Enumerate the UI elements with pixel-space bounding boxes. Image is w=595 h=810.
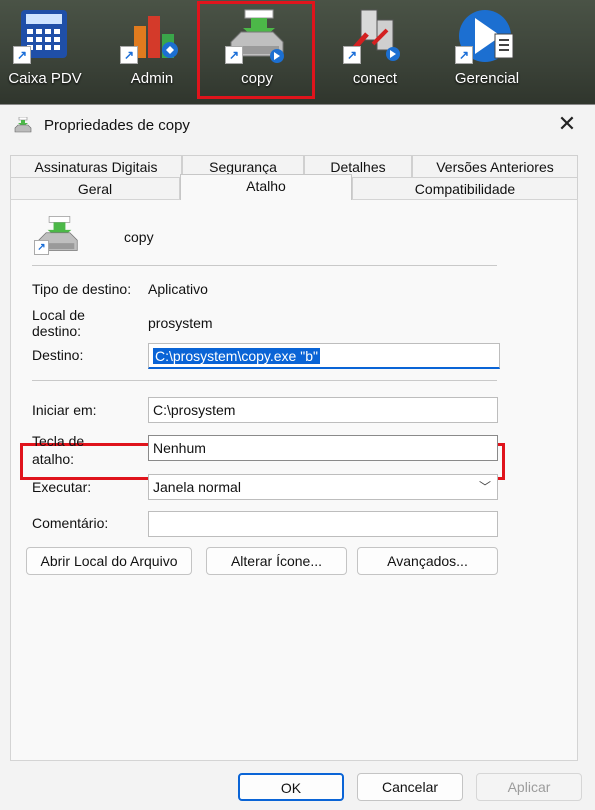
desktop-icon-admin[interactable]: ↗ Admin bbox=[107, 4, 197, 100]
title-bar[interactable]: Propriedades de copy ✕ bbox=[0, 105, 595, 145]
abrir-local-button[interactable]: Abrir Local do Arquivo bbox=[26, 547, 192, 575]
shortcut-arrow-icon: ↗ bbox=[455, 46, 473, 64]
admin-chart-icon: ↗ bbox=[120, 4, 184, 64]
app-name: copy bbox=[124, 229, 154, 245]
alterar-icone-button[interactable]: Alterar Ícone... bbox=[206, 547, 347, 575]
tab-row-2: Geral Atalho Compatibilidade bbox=[10, 174, 578, 200]
chevron-down-icon: ﹀ bbox=[478, 480, 491, 494]
desktop-icon-label: Gerencial bbox=[454, 70, 520, 87]
ok-button[interactable]: OK bbox=[238, 773, 344, 801]
copy-app-icon: ↗ bbox=[34, 215, 82, 255]
copy-icon-highlight bbox=[197, 1, 315, 99]
desktop-icon-label: conect bbox=[352, 70, 398, 87]
comentario-label: Comentário: bbox=[32, 515, 109, 531]
shortcut-arrow-icon: ↗ bbox=[343, 46, 361, 64]
tab-geral[interactable]: Geral bbox=[10, 177, 180, 199]
tecla-atalho-input[interactable]: Nenhum bbox=[148, 435, 498, 461]
cash-register-icon: ↗ bbox=[13, 4, 77, 64]
tab-assinaturas-digitais[interactable]: Assinaturas Digitais bbox=[10, 155, 182, 177]
local-destino-label-line2: destino: bbox=[32, 323, 82, 339]
tab-atalho[interactable]: Atalho bbox=[180, 174, 352, 200]
destino-label: Destino: bbox=[32, 347, 84, 363]
copy-app-icon bbox=[14, 116, 32, 133]
close-button[interactable]: ✕ bbox=[549, 109, 585, 141]
shortcut-arrow-icon: ↗ bbox=[120, 46, 138, 64]
aplicar-button[interactable]: Aplicar bbox=[476, 773, 582, 801]
desktop-background: ↗ Caixa PDV ↗ Admin ↗ copy ↗ conect ↗ Ge… bbox=[0, 0, 595, 106]
iniciar-em-input[interactable]: C:\prosystem bbox=[148, 397, 498, 423]
executar-select[interactable]: Janela normal ﹀ bbox=[148, 474, 498, 500]
desktop-icon-conect[interactable]: ↗ conect bbox=[330, 4, 420, 100]
desktop-icon-gerencial[interactable]: ↗ Gerencial bbox=[442, 4, 532, 100]
tecla-atalho-label-line1: Tecla de bbox=[32, 433, 85, 449]
avancados-button[interactable]: Avançados... bbox=[357, 547, 498, 575]
executar-value: Janela normal bbox=[153, 479, 241, 495]
shortcut-arrow-icon: ↗ bbox=[34, 240, 49, 255]
desktop-icon-label: Caixa PDV bbox=[8, 70, 82, 87]
properties-dialog: Propriedades de copy ✕ Assinaturas Digit… bbox=[0, 104, 595, 810]
separator bbox=[32, 265, 497, 266]
conect-app-icon: ↗ bbox=[343, 4, 407, 64]
desktop-icon-caixa-pdv[interactable]: ↗ Caixa PDV bbox=[0, 4, 90, 100]
executar-label: Executar: bbox=[32, 479, 92, 495]
tab-compatibilidade[interactable]: Compatibilidade bbox=[352, 177, 578, 199]
destino-input[interactable]: C:\prosystem\copy.exe "b" bbox=[148, 343, 500, 369]
tab-versoes-anteriores[interactable]: Versões Anteriores bbox=[412, 155, 578, 177]
gerencial-app-icon: ↗ bbox=[455, 4, 519, 64]
comentario-input[interactable] bbox=[148, 511, 498, 537]
shortcut-arrow-icon: ↗ bbox=[13, 46, 31, 64]
dialog-title: Propriedades de copy bbox=[44, 117, 190, 134]
iniciar-em-label: Iniciar em: bbox=[32, 402, 97, 418]
local-destino-value: prosystem bbox=[148, 315, 213, 331]
local-destino-label-line1: Local de bbox=[32, 307, 85, 323]
tipo-destino-label: Tipo de destino: bbox=[32, 281, 132, 297]
cancelar-button[interactable]: Cancelar bbox=[357, 773, 463, 801]
tipo-destino-value: Aplicativo bbox=[148, 281, 208, 297]
tecla-atalho-label-line2: atalho: bbox=[32, 451, 75, 467]
destino-selected-text: C:\prosystem\copy.exe "b" bbox=[153, 348, 320, 364]
desktop-icon-label: Admin bbox=[130, 70, 174, 87]
separator bbox=[32, 380, 497, 381]
